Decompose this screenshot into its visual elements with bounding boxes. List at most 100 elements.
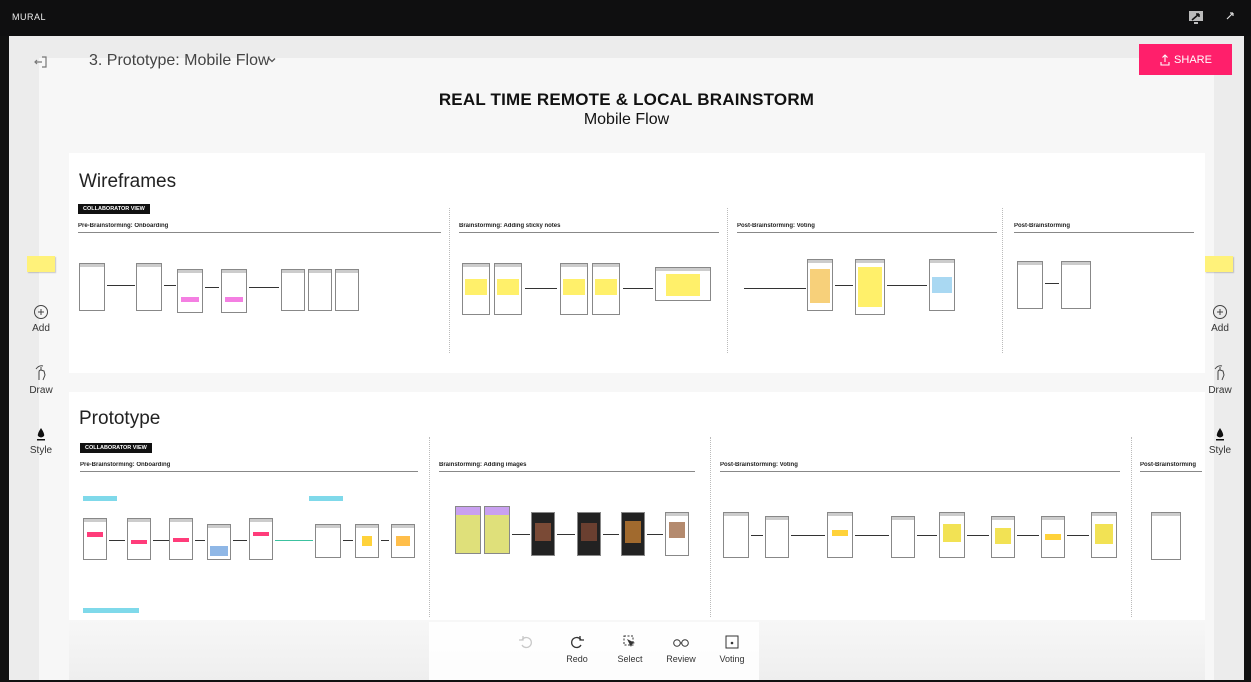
redo-button[interactable]: Redo [554,634,600,664]
add-tool[interactable]: Add [1200,304,1240,334]
flow-arrow [557,534,575,535]
select-button[interactable]: Select [607,634,653,664]
section-onboarding: Pre-Brainstorming: Onboarding [78,223,441,233]
prototype-screen[interactable] [169,518,193,560]
flow-arrow [381,540,389,541]
prototype-screen[interactable] [315,524,341,558]
flow-arrow [623,288,653,289]
flow-arrow [751,535,763,536]
section-voting: Post-Brainstorming: Voting [720,462,1120,472]
upload-icon [1160,53,1170,66]
draw-tool[interactable]: Draw [1200,364,1240,396]
select-icon [623,635,635,647]
add-tool[interactable]: Add [21,304,61,334]
style-tool[interactable]: Style [21,426,61,456]
wireframe-screen[interactable] [807,259,833,311]
wireframe-screen[interactable] [308,269,332,311]
wireframes-panel[interactable]: Wireframes COLLABORATOR VIEW Pre-Brainst… [69,153,1205,373]
prototype-screen[interactable] [577,512,601,556]
plus-circle-icon [1213,305,1227,319]
prototype-screen[interactable] [723,512,749,558]
undo-button[interactable] [503,634,549,654]
ink-drop-icon [1216,428,1224,441]
prototype-panel[interactable]: Prototype COLLABORATOR VIEW Pre-Brainsto… [69,392,1205,620]
voting-label: Voting [719,654,745,664]
section-images: Brainstorming: Adding images [439,462,695,472]
wireframe-screen[interactable] [177,269,203,313]
share-button[interactable]: SHARE [1139,44,1232,75]
wireframe-screen[interactable] [281,269,305,311]
wireframe-screen[interactable] [79,263,105,311]
add-label: Add [1211,323,1229,334]
prototype-screen[interactable] [621,512,645,556]
flow-arrow [164,285,176,286]
sticky-note-icon[interactable] [1205,256,1233,272]
hand-draw-icon [1214,365,1225,381]
wireframe-screen[interactable] [136,263,162,311]
prototype-screen[interactable] [484,506,510,554]
sticky-note-icon[interactable] [27,256,55,272]
review-button[interactable]: Review [658,634,704,664]
top-bar: MURAL [0,0,1251,36]
select-label: Select [617,654,643,664]
wireframe-screen[interactable] [462,263,490,315]
flow-arrow [249,287,279,288]
draw-tool[interactable]: Draw [21,364,61,396]
mural-canvas[interactable]: 3. Prototype: Mobile Flow SHARE REAL TIM… [9,36,1244,680]
prototype-screen[interactable] [891,516,915,558]
divider [710,437,711,617]
prototype-screen[interactable] [127,518,151,560]
prototype-screen[interactable] [827,512,853,558]
redo-label: Redo [566,654,588,664]
voting-button[interactable]: Voting [709,634,755,664]
mural-name[interactable]: 3. Prototype: Mobile Flow [89,52,270,70]
wireframe-screen[interactable] [855,259,885,315]
divider [1002,208,1003,353]
prototype-screen[interactable] [1041,516,1065,558]
prototype-screen[interactable] [355,524,379,558]
wireframe-screen[interactable] [1017,261,1043,309]
flow-arrow [512,534,530,535]
section-sticky-notes: Brainstorming: Adding sticky notes [459,223,719,233]
prototype-screen[interactable] [1151,512,1181,560]
prototype-screen[interactable] [991,516,1015,558]
flow-tag [83,496,117,501]
expand-icon[interactable] [1224,10,1236,22]
wireframe-screen[interactable] [494,263,522,315]
prototype-screen[interactable] [391,524,415,558]
chevron-down-icon[interactable] [266,54,278,66]
wireframe-screen[interactable] [592,263,620,315]
wireframe-screen[interactable] [335,269,359,311]
prototype-screen[interactable] [249,518,273,560]
hand-draw-icon [35,365,46,381]
prototype-screen[interactable] [1091,512,1117,558]
ink-drop-icon [37,428,45,441]
prototype-screen[interactable] [83,518,107,560]
prototype-screen[interactable] [939,512,965,558]
wireframe-screen[interactable] [560,263,588,315]
voting-icon [725,635,739,649]
prototype-screen[interactable] [665,512,689,556]
style-tool[interactable]: Style [1200,426,1240,456]
wireframe-screen[interactable] [655,267,711,301]
board-subtitle: Mobile Flow [583,111,670,128]
flow-arrow [603,534,619,535]
wireframe-screen[interactable] [221,269,247,313]
flow-arrow [1017,535,1039,536]
redo-icon [571,636,584,649]
exit-icon[interactable] [33,54,49,70]
prototype-screen[interactable] [455,506,481,554]
flow-tag [83,608,139,613]
app-window: MURAL 3. Prototype: Mobile Flow SHARE RE… [0,0,1251,682]
collaborator-badge: COLLABORATOR VIEW [78,204,150,214]
undo-icon [519,636,532,649]
prototype-screen[interactable] [531,512,555,556]
prototype-screen[interactable] [207,524,231,560]
bottom-toolbar: Redo Select Review Voting [429,622,759,680]
wireframe-screen[interactable] [929,259,955,311]
flow-arrow [343,540,353,541]
screen-share-icon[interactable] [1187,8,1205,26]
prototype-screen[interactable] [765,516,789,558]
flow-arrow [107,285,135,286]
wireframe-screen[interactable] [1061,261,1091,309]
